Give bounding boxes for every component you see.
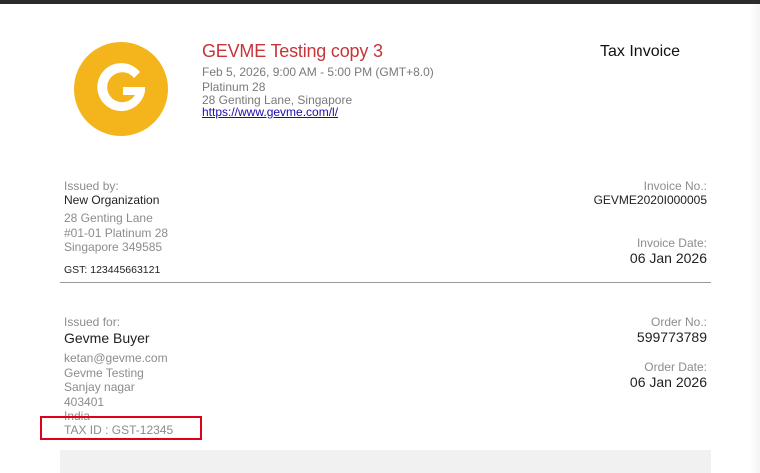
issued-for-label: Issued for: bbox=[64, 315, 121, 329]
issuer-address-line-1: 28 Genting Lane bbox=[64, 211, 153, 225]
event-venue: Platinum 28 bbox=[202, 80, 266, 94]
event-title: GEVME Testing copy 3 bbox=[202, 41, 383, 61]
invoice-date: 06 Jan 2026 bbox=[629, 250, 707, 266]
event-url-link[interactable]: https://www.gevme.com/l/ bbox=[202, 105, 338, 119]
document-title: Tax Invoice bbox=[600, 43, 681, 60]
invoice-number-label: Invoice No.: bbox=[643, 179, 707, 193]
page-edge bbox=[750, 4, 760, 473]
issued-by-label: Issued by: bbox=[64, 179, 119, 193]
issuer-address-line-3: Singapore 349585 bbox=[64, 240, 163, 254]
invoice-number: GEVME2020I000005 bbox=[593, 193, 707, 207]
buyer-email: ketan@gevme.com bbox=[64, 351, 168, 365]
issuer-address-line-2: #01-01 Platinum 28 bbox=[64, 226, 169, 240]
issuer-gst: GST: 123445663121 bbox=[64, 264, 161, 276]
order-date: 06 Jan 2026 bbox=[629, 374, 707, 390]
section-divider bbox=[60, 282, 711, 283]
event-datetime: Feb 5, 2026, 9:00 AM - 5:00 PM (GMT+8.0) bbox=[202, 65, 434, 79]
order-number-label: Order No.: bbox=[650, 315, 707, 329]
issuer-name: New Organization bbox=[64, 193, 160, 207]
gevme-logo-icon bbox=[74, 42, 168, 136]
buyer-postal-code: 403401 bbox=[64, 395, 105, 409]
buyer-company: Gevme Testing bbox=[64, 366, 144, 380]
buyer-street: Sanjay nagar bbox=[64, 380, 135, 394]
tax-id-highlight-box bbox=[40, 416, 202, 440]
top-bar bbox=[0, 0, 760, 4]
buyer-name: Gevme Buyer bbox=[64, 330, 150, 346]
order-date-label: Order Date: bbox=[644, 360, 707, 374]
table-header-band bbox=[60, 450, 711, 473]
invoice-date-label: Invoice Date: bbox=[636, 236, 707, 250]
order-number: 599773789 bbox=[636, 329, 707, 345]
